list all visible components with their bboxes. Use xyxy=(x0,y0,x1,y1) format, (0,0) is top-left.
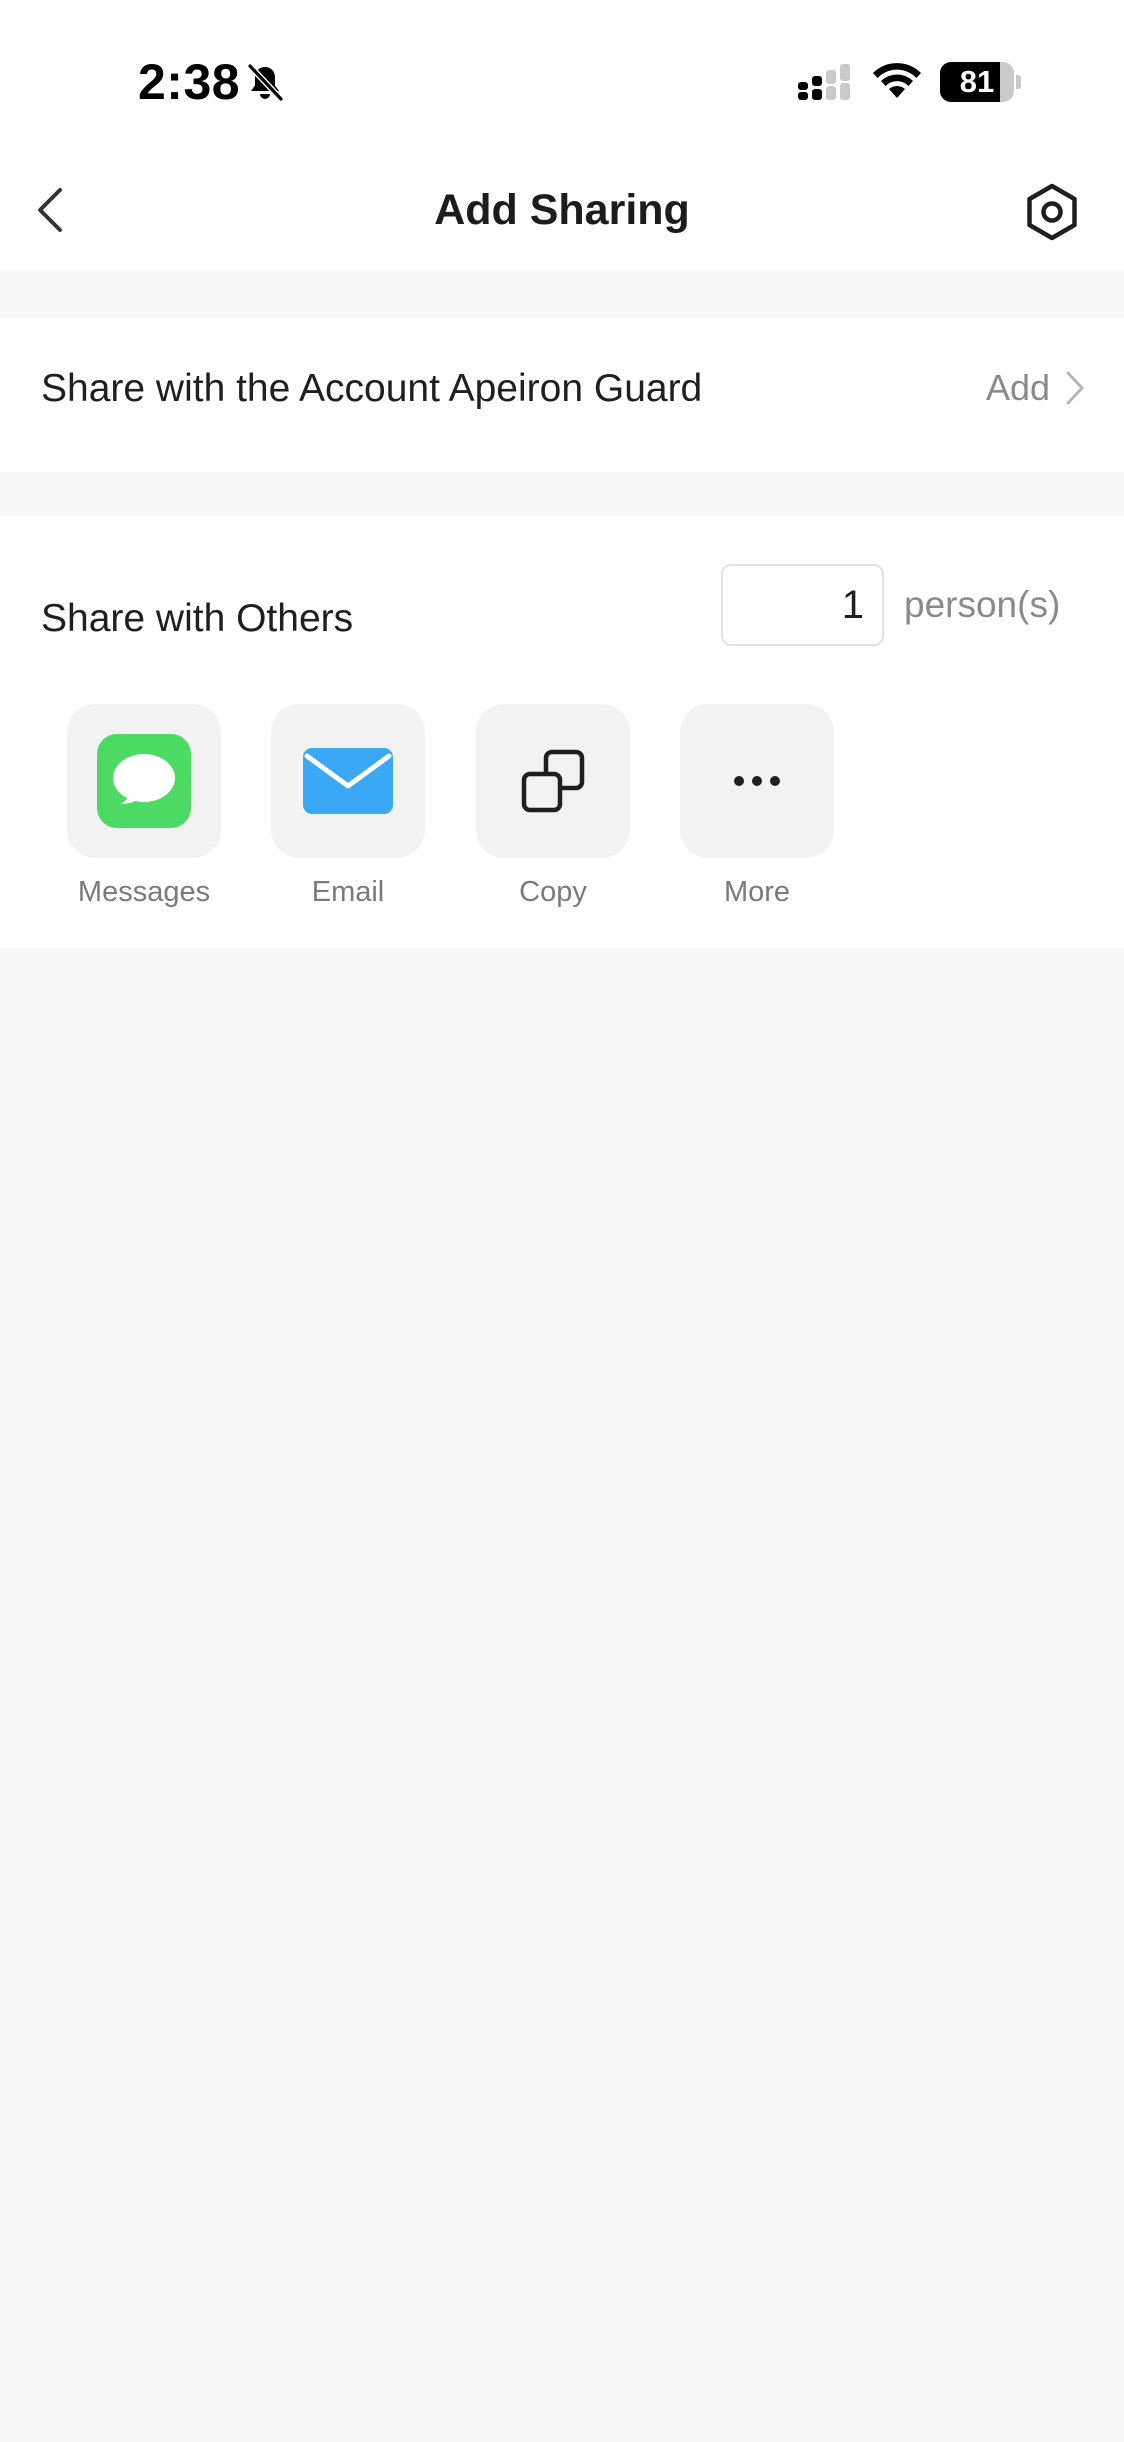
share-label-email: Email xyxy=(311,876,385,908)
share-label-messages: Messages xyxy=(77,876,211,908)
back-button[interactable] xyxy=(24,180,84,240)
copy-icon xyxy=(521,749,585,813)
messages-icon xyxy=(97,734,191,828)
bell-slash-icon xyxy=(247,63,284,102)
chevron-left-icon xyxy=(38,188,62,232)
battery-body: 81 xyxy=(940,62,1014,102)
nav-bar: Add Sharing xyxy=(0,150,1124,270)
email-icon xyxy=(303,748,393,814)
share-with-account-label: Share with the Account Apeiron Guard xyxy=(41,367,703,410)
wifi-icon xyxy=(873,63,921,98)
share-tile-email[interactable] xyxy=(271,704,425,858)
chevron-right-icon xyxy=(1066,371,1084,405)
screen: 2:38 81 Add Sharing Share with the Accou… xyxy=(0,0,1124,2442)
page-title: Add Sharing xyxy=(434,186,690,234)
share-with-account-row[interactable]: Share with the Account Apeiron Guard Add xyxy=(0,318,1124,472)
share-label-more: More xyxy=(723,876,791,908)
share-label-copy: Copy xyxy=(519,876,587,908)
add-account-button[interactable]: Add xyxy=(986,362,1086,414)
battery-icon: 81 xyxy=(940,62,1022,102)
share-option-email[interactable]: Email xyxy=(271,704,425,924)
add-label: Add xyxy=(985,367,1050,408)
signal-icon xyxy=(798,64,850,100)
share-tile-messages[interactable] xyxy=(67,704,221,858)
more-icon xyxy=(734,776,780,786)
status-bar: 2:38 81 xyxy=(0,0,1124,150)
status-time: 2:38 xyxy=(138,54,241,110)
person-unit-label: person(s) xyxy=(904,584,1061,625)
settings-button[interactable] xyxy=(1022,182,1082,242)
share-option-more[interactable]: More xyxy=(680,704,834,924)
share-option-copy[interactable]: Copy xyxy=(476,704,630,924)
battery-level: 81 xyxy=(959,64,995,99)
share-tile-more[interactable] xyxy=(680,704,834,858)
share-with-others-label: Share with Others xyxy=(41,597,354,640)
share-option-messages[interactable]: Messages xyxy=(67,704,221,924)
hexagon-gear-icon xyxy=(1027,183,1077,241)
share-tile-copy[interactable] xyxy=(476,704,630,858)
battery-cap xyxy=(1016,75,1021,89)
share-with-others-card: Share with Others person(s) Messages xyxy=(0,516,1124,948)
person-count-input[interactable] xyxy=(721,564,884,646)
